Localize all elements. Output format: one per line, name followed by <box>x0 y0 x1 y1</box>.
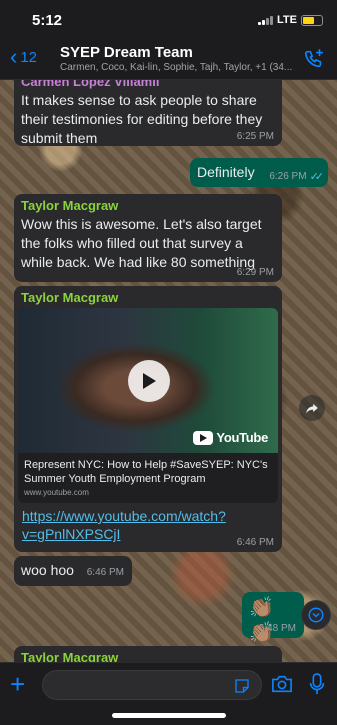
microphone-button[interactable] <box>309 673 325 700</box>
play-icon <box>143 373 156 389</box>
message-time: 6:26 PM ✓✓ <box>269 171 325 183</box>
add-call-button[interactable] <box>303 48 325 75</box>
preview-domain: www.youtube.com <box>24 488 89 497</box>
message-sender: Taylor Macgraw <box>21 650 119 662</box>
message-time: 6:25 PM <box>236 131 274 142</box>
chat-area[interactable]: Carmen Lopez Villamil It makes sense to … <box>0 80 337 662</box>
message-sender: Carmen Lopez Villamil <box>21 80 160 89</box>
status-bar: 5:12 LTE <box>0 0 337 38</box>
plus-icon: + <box>10 669 26 699</box>
sticker-button[interactable] <box>233 677 251 700</box>
group-members[interactable]: Carmen, Coco, Kai-lin, Sophie, Tajh, Tay… <box>60 62 296 73</box>
message-sender: Taylor Macgraw <box>21 198 119 213</box>
back-button[interactable]: ‹ 12 <box>10 46 37 68</box>
network-type: LTE <box>277 14 297 26</box>
read-receipt-icon: ✓✓ <box>309 171 325 183</box>
message-input[interactable] <box>42 670 262 700</box>
group-title[interactable]: SYEP Dream Team <box>60 44 193 61</box>
preview-title: Represent NYC: How to Help #SaveSYEP: NY… <box>24 459 268 485</box>
youtube-logo: YouTube <box>193 430 268 445</box>
message-time: 6:46 PM <box>86 567 124 578</box>
battery-icon <box>301 14 323 26</box>
composer-bar: + <box>0 662 337 725</box>
message-bubble-link[interactable]: Taylor Macgraw YouTube Represent NYC: Ho… <box>14 286 282 552</box>
phone-plus-icon <box>304 49 324 68</box>
home-indicator <box>112 713 226 718</box>
unread-count: 12 <box>20 48 38 66</box>
signal-icon <box>258 15 274 25</box>
play-button[interactable] <box>128 360 170 402</box>
message-bubble-outgoing[interactable]: Definitely 6:26 PM ✓✓ <box>190 158 328 187</box>
status-indicators: LTE <box>258 14 323 26</box>
camera-button[interactable] <box>271 674 293 699</box>
message-sender: Taylor Macgraw <box>21 290 119 305</box>
camera-icon <box>272 675 292 693</box>
sticker-icon <box>235 679 249 693</box>
message-bubble-outgoing[interactable]: 👏🏽👏🏽 6:48 PM <box>242 592 304 644</box>
chevron-left-icon: ‹ <box>10 44 18 69</box>
message-bubble[interactable]: Taylor Macgraw <box>14 646 282 662</box>
scroll-down-button[interactable] <box>301 600 331 630</box>
message-text: Wow this is awesome. Let's also target t… <box>21 216 262 270</box>
message-bubble[interactable]: Carmen Lopez Villamil It makes sense to … <box>14 80 282 146</box>
video-thumbnail[interactable]: YouTube <box>18 308 278 453</box>
message-link[interactable]: https://www.youtube.com/watch?v=gPnlNXPS… <box>18 507 228 543</box>
message-bubble[interactable]: woo hoo 6:46 PM <box>14 556 132 586</box>
forward-icon <box>306 403 318 414</box>
message-time: 6:29 PM <box>236 267 274 278</box>
microphone-icon <box>309 673 325 695</box>
chevron-down-icon <box>308 607 324 623</box>
message-emoji: 👏🏽👏🏽 <box>249 597 274 644</box>
message-bubble[interactable]: Taylor Macgraw Wow this is awesome. Let'… <box>14 194 282 282</box>
message-time: 6:48 PM <box>258 623 296 634</box>
forward-button[interactable] <box>299 395 325 421</box>
status-time: 5:12 <box>32 12 63 29</box>
chat-header: ‹ 12 SYEP Dream Team Carmen, Coco, Kai-l… <box>0 38 337 80</box>
link-preview[interactable]: YouTube Represent NYC: How to Help #Save… <box>18 308 278 503</box>
message-time: 6:46 PM <box>236 537 274 548</box>
attach-button[interactable]: + <box>10 671 25 697</box>
